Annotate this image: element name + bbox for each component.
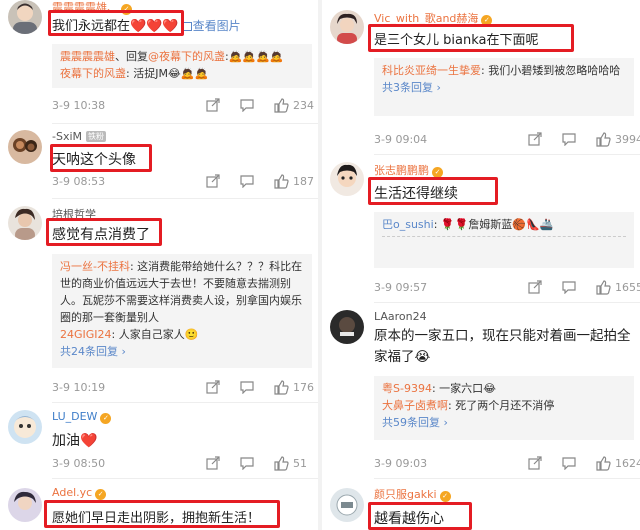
comment-time: 3-9 10:38: [52, 99, 106, 112]
share-icon[interactable]: [206, 456, 220, 470]
like-count: 3994: [615, 133, 640, 146]
like-count: 1624: [615, 457, 640, 470]
divider: [374, 478, 640, 479]
view-image-link[interactable]: 查看图片: [180, 19, 241, 33]
comment-item: 震震震震雄、 ✓ 我们永远都在❤️❤️❤️ 查看图片 震震震震雄、回复@夜幕下的风盏…: [0, 0, 318, 122]
divider: [52, 123, 318, 124]
comment-username[interactable]: LAaron24: [374, 310, 427, 323]
highlight-box: [368, 24, 574, 52]
avatar[interactable]: [330, 488, 364, 522]
like-icon[interactable]: [596, 456, 611, 471]
comment-text: 原本的一家五口，现在只能对着画一起拍全家福了😭: [374, 328, 631, 365]
avatar[interactable]: [8, 130, 42, 164]
comment-item: LU_DEW ✓ 加油❤️ 3-9 08:50 51: [0, 406, 318, 478]
more-replies-link[interactable]: 共59条回复 ›: [382, 414, 626, 431]
highlight-box: [368, 177, 498, 205]
like-icon[interactable]: [596, 132, 611, 147]
like-icon[interactable]: [274, 174, 289, 189]
highlight-box: [50, 144, 152, 172]
divider: [52, 478, 318, 479]
comment-icon[interactable]: [562, 456, 576, 470]
share-icon[interactable]: [528, 456, 542, 470]
comment-time: 3-9 09:57: [374, 281, 428, 294]
share-icon[interactable]: [206, 98, 220, 112]
comment-meta: 3-9 09:03 1624: [374, 456, 640, 472]
comment-username[interactable]: 张志鹏鹏鹏 ✓: [374, 162, 443, 178]
avatar[interactable]: [330, 162, 364, 196]
comment-item: 颜只服gakki ✓ 越看越伤心: [322, 482, 640, 530]
comment-meta: 3-9 09:57 1655: [374, 280, 640, 296]
reply-preview[interactable]: 震震震震雄、回复@夜幕下的风盏:🙇🙇🙇🙇 夜幕下的风盏: 活捉JM😂🙇🙇: [52, 44, 312, 88]
comment-item: -SxiM 铁粉 天呐这个头像 3-9 08:53 187: [0, 126, 318, 198]
comment-icon[interactable]: [562, 132, 576, 146]
like-count: 51: [293, 457, 307, 470]
highlight-box: [46, 218, 162, 246]
reply-preview[interactable]: 科比炎亚绮一生挚爱: 我们小碧矮到被忽略哈哈哈 共3条回复 ›: [374, 58, 634, 116]
like-icon[interactable]: [274, 456, 289, 471]
comment-time: 3-9 09:03: [374, 457, 428, 470]
like-count: 176: [293, 381, 314, 394]
like-icon[interactable]: [274, 98, 289, 113]
comment-icon[interactable]: [240, 456, 254, 470]
like-count: 187: [293, 175, 314, 188]
comment-icon[interactable]: [562, 280, 576, 294]
comment-time: 3-9 08:53: [52, 175, 106, 188]
reply-preview[interactable]: 粤S-9394: 一家六口😂 大鼻子卤煮啊: 死了两个月还不消停 共59条回复 …: [374, 376, 634, 440]
more-replies-link[interactable]: 共3条回复 ›: [382, 79, 626, 96]
comment-meta: 3-9 09:04 3994: [374, 132, 640, 148]
divider: [52, 198, 318, 199]
comment-username[interactable]: LU_DEW ✓: [52, 410, 112, 424]
comment-icon[interactable]: [240, 98, 254, 112]
comment-meta: 3-9 08:50 51: [52, 456, 314, 472]
share-icon[interactable]: [206, 174, 220, 188]
highlight-box: [44, 500, 280, 528]
divider: [374, 302, 640, 303]
vip-badge-icon: ✓: [100, 413, 112, 424]
avatar[interactable]: [330, 310, 364, 344]
comment-time: 3-9 09:04: [374, 133, 428, 146]
comment-time: 3-9 08:50: [52, 457, 106, 470]
left-comment-column: 震震震震雄、 ✓ 我们永远都在❤️❤️❤️ 查看图片 震震震震雄、回复@夜幕下的风盏…: [0, 0, 318, 530]
avatar[interactable]: [8, 206, 42, 240]
comment-item: 张志鹏鹏鹏 ✓ 生活还得继续 巴o_sushi: 🌹🌹詹姆斯蓝🏀👠🚢 3-9 09…: [322, 158, 640, 300]
comment-icon[interactable]: [240, 174, 254, 188]
vip-badge-icon: ✓: [439, 491, 451, 502]
like-icon[interactable]: [274, 380, 289, 395]
comment-item: LAaron24 原本的一家五口，现在只能对着画一起拍全家福了😭 粤S-9394…: [322, 306, 640, 476]
comment-item: Vic_with_歌and赫海 ✓ 是三个女儿 bianka在下面呢 科比炎亚绮一…: [322, 0, 640, 152]
vip-badge-icon: ✓: [95, 489, 107, 500]
avatar[interactable]: [8, 410, 42, 444]
like-icon[interactable]: [596, 280, 611, 295]
comment-icon[interactable]: [240, 380, 254, 394]
comment-meta: 3-9 08:53 187: [52, 174, 314, 190]
avatar[interactable]: [8, 488, 42, 522]
comment-item: 培根哲学 感觉有点消费了 冯一丝-不挂科: 这消费能带给她什么？？？科比在世的商…: [0, 202, 318, 400]
share-icon[interactable]: [528, 132, 542, 146]
share-icon[interactable]: [528, 280, 542, 294]
comment-username[interactable]: -SxiM 铁粉: [52, 130, 107, 143]
comment-meta: 3-9 10:19 176: [52, 380, 314, 396]
reply-preview[interactable]: 巴o_sushi: 🌹🌹詹姆斯蓝🏀👠🚢: [374, 212, 634, 268]
fan-badge: 铁粉: [86, 131, 107, 142]
divider: [52, 402, 318, 403]
share-icon[interactable]: [206, 380, 220, 394]
comment-username[interactable]: 颜只服gakki ✓: [374, 486, 451, 502]
comment-username[interactable]: Adel.yc ✓: [52, 486, 107, 500]
more-replies-link[interactable]: 共24条回复 ›: [60, 343, 304, 360]
like-count: 1655: [615, 281, 640, 294]
avatar[interactable]: [330, 10, 364, 44]
reply-preview[interactable]: 冯一丝-不挂科: 这消费能带给她什么？？？科比在世的商业价值远远大于去世！不要随…: [52, 254, 312, 368]
divider: [374, 154, 640, 155]
comment-item: Adel.yc ✓ 愿她们早日走出阴影，拥抱新生活！: [0, 482, 318, 530]
comment-meta: 3-9 10:38 234: [52, 98, 314, 114]
right-comment-column: Vic_with_歌and赫海 ✓ 是三个女儿 bianka在下面呢 科比炎亚绮一…: [322, 0, 640, 530]
like-count: 234: [293, 99, 314, 112]
highlight-box: [368, 502, 472, 530]
comment-time: 3-9 10:19: [52, 381, 106, 394]
avatar[interactable]: [8, 0, 42, 34]
comment-text: 加油❤️: [52, 433, 98, 449]
highlight-box: [48, 10, 184, 36]
